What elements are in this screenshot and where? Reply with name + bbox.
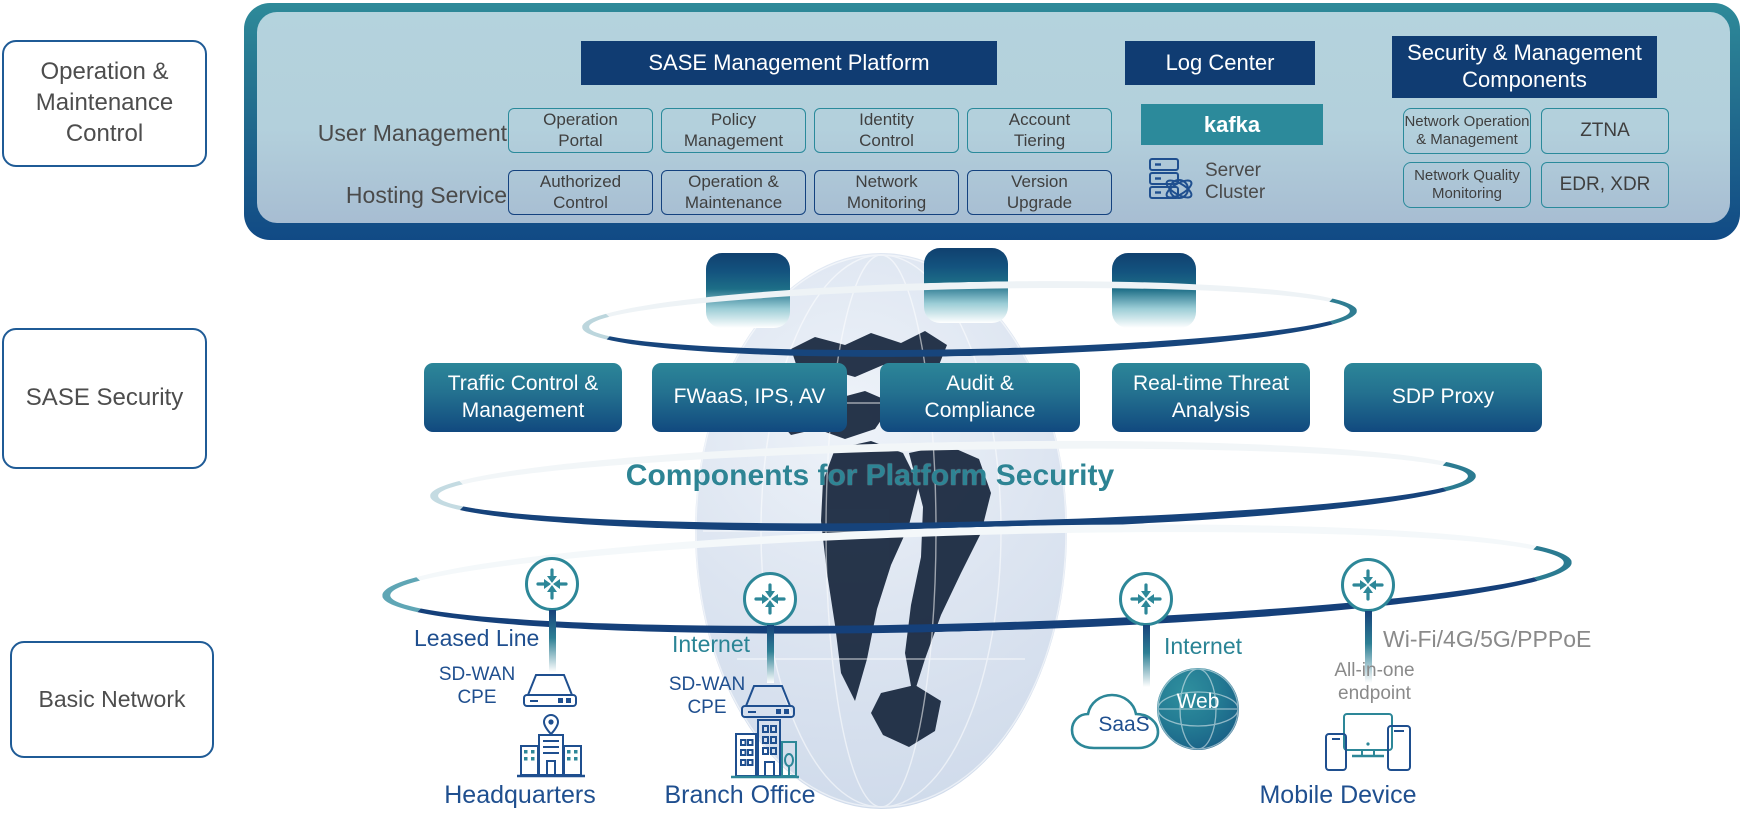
office-building-icon-headquarters <box>515 713 587 784</box>
router-icon-headquarters <box>525 557 579 611</box>
cpe-box-icon-headquarters <box>516 667 584 714</box>
link-label-wifi-4g-5g-pppoe: Wi-Fi/4G/5G/PPPoE <box>1383 626 1592 652</box>
chip-network-quality-monitoring[interactable]: Network Quality Monitoring <box>1403 162 1531 208</box>
chip-network-operation-management[interactable]: Network Operation & Management <box>1403 108 1531 154</box>
chip-identity-control[interactable]: Identity Control <box>814 108 959 153</box>
service-fwaas-ips-av[interactable]: FWaaS, IPS, AV <box>652 363 847 432</box>
branch-building-icon <box>730 716 800 785</box>
saas-label: SaaS <box>1098 713 1150 736</box>
header-sase-management-platform: SASE Management Platform <box>581 41 997 85</box>
row-label-user-management: User Management <box>317 120 507 146</box>
platform-security-caption: Components for Platform Security <box>625 459 1115 492</box>
chip-edr-xdr[interactable]: EDR, XDR <box>1541 162 1669 208</box>
chip-operation-maintenance[interactable]: Operation & Maintenance <box>661 170 806 215</box>
sase-architecture-diagram: Operation & Maintenance Control SASE Sec… <box>0 0 1742 833</box>
kafka-badge: kafka <box>1141 104 1323 145</box>
service-realtime-threat-analysis[interactable]: Real-time Threat Analysis <box>1112 363 1310 432</box>
header-security-management-components: Security & Management Components <box>1392 36 1657 98</box>
service-audit-compliance[interactable]: Audit & Compliance <box>880 363 1080 432</box>
router-icon-branch-office <box>743 572 797 626</box>
service-sdp-proxy[interactable]: SDP Proxy <box>1344 363 1542 432</box>
header-log-center: Log Center <box>1125 41 1315 85</box>
platform-node-3 <box>1112 253 1196 328</box>
link-label-internet-cloud: Internet <box>1164 633 1242 659</box>
link-label-leased-line: Leased Line <box>414 625 540 651</box>
server-stack-icon <box>1147 154 1197 211</box>
platform-node-2 <box>924 248 1008 323</box>
management-panel: SASE Management Platform Log Center Secu… <box>244 3 1740 240</box>
chip-policy-management[interactable]: Policy Management <box>661 108 806 153</box>
server-cluster-label: Server Cluster <box>1205 160 1266 203</box>
site-label-mobile-device: Mobile Device <box>1259 781 1417 809</box>
router-icon-cloud-services <box>1119 572 1173 626</box>
row-label-hosting-service: Hosting Service <box>345 182 507 208</box>
device-label-all-in-one-endpoint: All-in-one endpoint <box>1334 660 1415 704</box>
link-label-internet-branch: Internet <box>672 631 750 657</box>
chip-operation-portal[interactable]: Operation Portal <box>508 108 653 153</box>
chip-ztna[interactable]: ZTNA <box>1541 108 1669 154</box>
chip-authorized-control[interactable]: Authorized Control <box>508 170 653 215</box>
server-cluster-group: Server Cluster <box>1147 152 1347 212</box>
site-label-branch-office: Branch Office <box>664 781 816 809</box>
chip-account-tiering[interactable]: Account Tiering <box>967 108 1112 153</box>
connector-branch-office <box>767 625 774 683</box>
web-label: Web <box>1176 690 1220 713</box>
service-traffic-control-management[interactable]: Traffic Control & Management <box>424 363 622 432</box>
tier-label-operation-maintenance-control: Operation & Maintenance Control <box>2 40 207 167</box>
management-panel-body: SASE Management Platform Log Center Secu… <box>257 12 1730 223</box>
connector-headquarters <box>549 610 556 672</box>
multi-device-icon <box>1322 712 1414 779</box>
router-icon-mobile-device <box>1341 558 1395 612</box>
tier-label-basic-network: Basic Network <box>10 641 214 758</box>
platform-node-1 <box>706 253 790 328</box>
chip-network-monitoring[interactable]: Network Monitoring <box>814 170 959 215</box>
tier-label-sase-security: SASE Security <box>2 328 207 469</box>
site-label-headquarters: Headquarters <box>444 781 596 809</box>
connector-cloud-services <box>1143 625 1150 687</box>
chip-version-upgrade[interactable]: Version Upgrade <box>967 170 1112 215</box>
